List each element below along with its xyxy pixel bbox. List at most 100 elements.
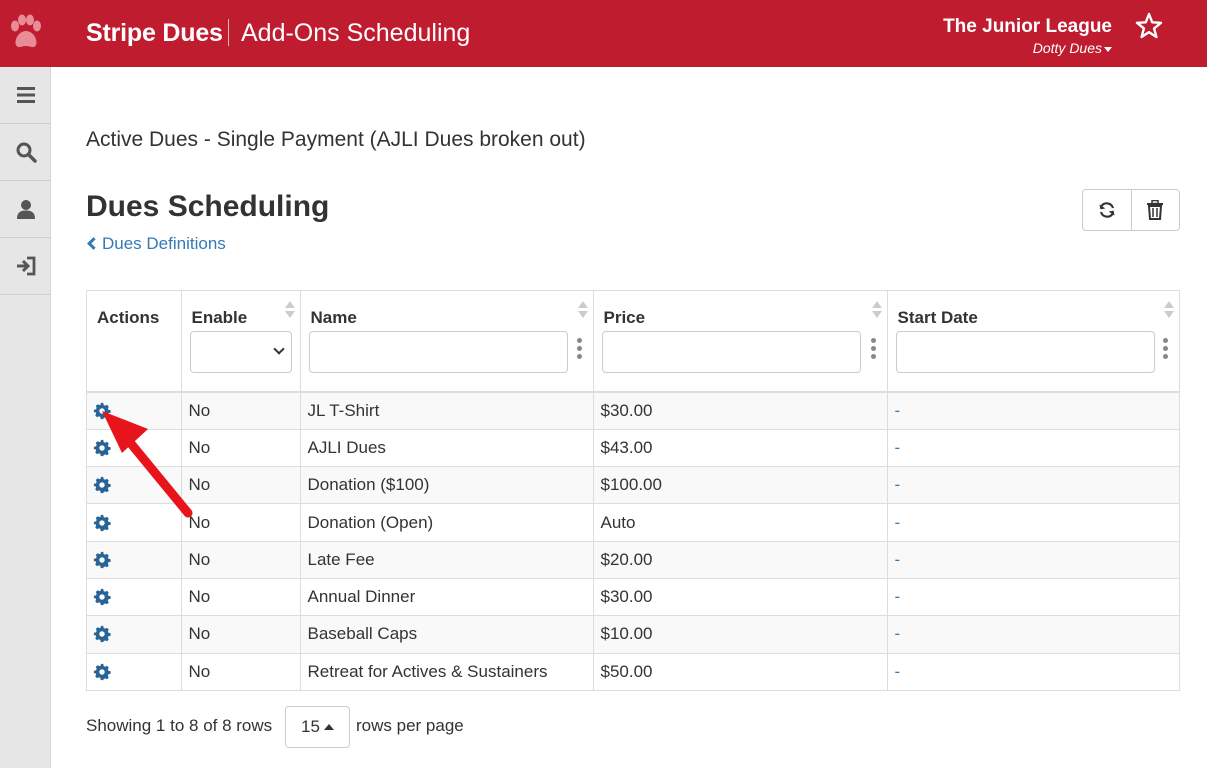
price-cell: $20.00 xyxy=(592,540,887,579)
actions-cell xyxy=(87,652,181,691)
paw-icon[interactable] xyxy=(8,13,42,53)
enable-cell: No xyxy=(180,615,300,654)
name-cell: AJLI Dues xyxy=(299,428,593,467)
star-icon[interactable] xyxy=(1135,12,1163,40)
sidebar-item-profile[interactable] xyxy=(0,181,51,238)
column-label: Enable xyxy=(191,308,248,327)
rows-per-page-label: rows per page xyxy=(356,716,464,735)
sidebar-item-search[interactable] xyxy=(0,124,51,181)
page-title: Add-Ons Scheduling xyxy=(241,19,471,47)
start-date-cell: - xyxy=(886,615,1179,654)
title-divider xyxy=(228,19,229,46)
name-cell: Annual Dinner xyxy=(299,577,593,616)
search-icon xyxy=(16,142,37,163)
caret-up-icon xyxy=(323,724,334,730)
start-date-cell: - xyxy=(886,652,1179,691)
table-row: No Donation ($100) $100.00- xyxy=(87,466,1179,504)
enable-cell: No xyxy=(180,652,300,691)
table-row: No Retreat for Actives & Sustainers $50.00… xyxy=(87,652,1179,691)
column-label: Start Date xyxy=(897,308,978,327)
name-filter-input[interactable] xyxy=(308,331,568,373)
price-cell: $10.00 xyxy=(592,615,887,654)
sort-icon[interactable] xyxy=(871,301,882,321)
dues-table: Actions Enable Name Price Start Date No … xyxy=(86,290,1180,691)
name-cell: Baseball Caps xyxy=(299,615,593,654)
table-row: No Late Fee $20.00- xyxy=(87,540,1179,579)
brand-title[interactable]: Stripe Dues xyxy=(86,19,223,48)
sidebar xyxy=(0,67,51,768)
name-cell: Donation (Open) xyxy=(299,503,593,542)
enable-filter-select[interactable] xyxy=(189,331,292,373)
user-menu-toggle[interactable]: Dotty Dues xyxy=(1033,40,1112,56)
trash-icon xyxy=(1147,200,1164,220)
gear-icon[interactable] xyxy=(93,476,111,494)
user-icon xyxy=(16,200,35,219)
name-cell: Late Fee xyxy=(299,540,593,579)
page-size-dropdown[interactable]: 15 xyxy=(285,706,350,748)
gear-icon[interactable] xyxy=(93,663,111,681)
column-label: Price xyxy=(603,308,646,327)
user-name: Dotty Dues xyxy=(1032,40,1102,56)
price-cell: $50.00 xyxy=(592,652,887,691)
table-row: No AJLI Dues $43.00- xyxy=(87,428,1179,467)
price-filter-input[interactable] xyxy=(601,331,861,373)
start-date-cell: - xyxy=(886,577,1179,616)
enable-cell: No xyxy=(180,577,300,616)
pagination-info: Showing 1 to 8 of 8 rows xyxy=(86,716,273,735)
gear-icon[interactable] xyxy=(93,514,111,532)
chevron-down-icon xyxy=(272,343,285,355)
actions-cell xyxy=(87,503,181,542)
hamburger-icon xyxy=(16,87,35,103)
column-header-actions: Actions xyxy=(87,291,181,393)
table-row: No Annual Dinner $30.00- xyxy=(87,577,1179,616)
column-header-name[interactable]: Name xyxy=(299,291,593,393)
gear-icon[interactable] xyxy=(93,625,111,643)
name-cell: Donation ($100) xyxy=(299,466,593,504)
actions-cell xyxy=(87,428,181,467)
column-label: Actions xyxy=(97,308,160,327)
table-row: No Baseball Caps $10.00- xyxy=(87,615,1179,654)
name-cell: JL T-Shirt xyxy=(299,391,593,430)
sidebar-item-menu[interactable] xyxy=(0,67,51,124)
delete-button[interactable] xyxy=(1130,190,1179,230)
sort-icon[interactable] xyxy=(284,301,295,321)
gear-icon[interactable] xyxy=(93,588,111,606)
refresh-button[interactable] xyxy=(1083,190,1131,230)
gear-icon[interactable] xyxy=(93,402,111,420)
column-label: Name xyxy=(310,308,357,327)
start-date-filter-input[interactable] xyxy=(895,331,1155,373)
enable-cell: No xyxy=(180,466,300,504)
actions-cell xyxy=(87,466,181,504)
start-date-cell: - xyxy=(886,466,1179,504)
caret-down-icon xyxy=(1104,46,1112,52)
start-date-cell: - xyxy=(886,540,1179,579)
page-heading: Dues Scheduling xyxy=(86,190,330,223)
column-header-start-date[interactable]: Start Date xyxy=(886,291,1179,393)
refresh-icon xyxy=(1099,202,1115,218)
sort-icon[interactable] xyxy=(577,301,588,321)
sort-icon[interactable] xyxy=(1164,301,1174,321)
actions-cell xyxy=(87,577,181,616)
start-date-cell: - xyxy=(886,391,1179,430)
price-cell: $30.00 xyxy=(592,391,887,430)
gear-icon[interactable] xyxy=(93,439,111,457)
kebab-menu-icon[interactable] xyxy=(1163,338,1169,364)
price-cell: Auto xyxy=(592,503,887,542)
sidebar-item-logout[interactable] xyxy=(0,238,51,295)
kebab-menu-icon[interactable] xyxy=(576,338,583,364)
dues-definition-title: Active Dues - Single Payment (AJLI Dues … xyxy=(86,128,586,151)
enable-cell: No xyxy=(180,391,300,430)
table-body: No JL T-Shirt $30.00- No AJLI Dues $43.00- No D… xyxy=(87,391,1179,691)
back-link[interactable]: Dues Definitions xyxy=(86,234,226,254)
column-header-enable[interactable]: Enable xyxy=(180,291,300,393)
actions-cell xyxy=(87,391,181,430)
price-cell: $100.00 xyxy=(592,466,887,504)
gear-icon[interactable] xyxy=(93,551,111,569)
back-link-label: Dues Definitions xyxy=(102,234,226,253)
price-cell: $30.00 xyxy=(592,577,887,616)
kebab-menu-icon[interactable] xyxy=(870,338,877,364)
start-date-cell: - xyxy=(886,503,1179,542)
table-row: No JL T-Shirt $30.00- xyxy=(87,391,1179,430)
toolbar xyxy=(1082,189,1180,231)
column-header-price[interactable]: Price xyxy=(592,291,887,393)
